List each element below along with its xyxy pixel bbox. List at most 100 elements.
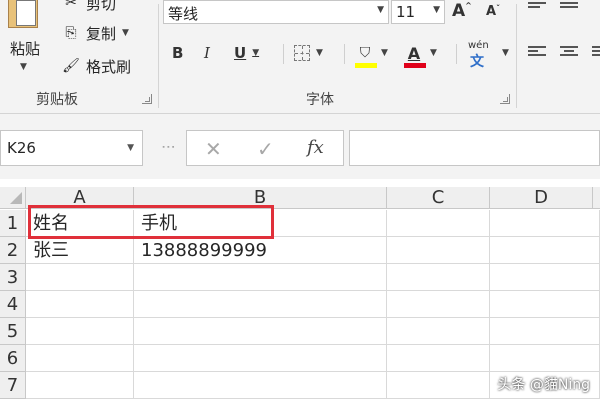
paste-label: 粘贴 [10,40,41,58]
increase-font-size-button[interactable]: A^ [452,1,472,21]
grow-font-label: A [452,1,466,21]
cell-b7[interactable] [134,372,387,399]
paste-button[interactable]: 粘贴 ▼ [2,0,46,82]
chevron-down-icon[interactable]: ▼ [20,62,27,72]
cell-c2[interactable] [387,237,490,264]
cell-d3[interactable] [490,264,600,291]
watermark: 头条 @貓Ning [497,377,590,393]
chevron-down-icon[interactable]: ▼ [430,48,437,58]
align-left-icon[interactable] [528,46,546,60]
column-header-c[interactable]: C [387,187,490,209]
fill-color-swatch [355,63,377,68]
paste-doc-icon [16,0,36,26]
font-color-button[interactable]: A ▼ [404,42,437,64]
clipboard-launcher-icon[interactable] [142,94,152,104]
copy-icon: ⎘ [65,25,77,41]
cell-c3[interactable] [387,264,490,291]
chevron-down-icon[interactable]: ▼ [127,143,134,153]
column-header-b[interactable]: B [134,187,387,209]
chevron-down-icon[interactable]: ▼ [377,5,384,15]
row-header-7[interactable]: 7 [0,372,26,399]
chevron-down-icon[interactable]: ▼ [433,5,440,15]
cell-c1[interactable] [387,210,490,237]
font-launcher-icon[interactable] [500,94,510,104]
align-center-icon[interactable] [560,46,578,60]
divider [344,44,345,64]
row-header-1[interactable]: 1 [0,210,26,237]
row-header-2[interactable]: 2 [0,237,26,264]
cell-d1[interactable] [490,210,600,237]
formula-buttons: ✕ ✓ fx [186,130,344,166]
bold-label: B [172,44,184,62]
cell-b6[interactable] [134,345,387,372]
divider [456,44,457,64]
cell-b1[interactable]: 手机 [134,210,387,237]
cell-b4[interactable] [134,291,387,318]
paintbrush-icon: 🖌 [62,58,80,74]
chevron-down-icon[interactable]: ▼ [252,48,259,58]
phonetic-guide-button[interactable]: wén 文 [466,40,498,70]
drag-handle-icon[interactable]: ⋮ [160,140,176,153]
shrink-font-label: A [486,4,497,19]
copy-label: 复制 [86,24,117,43]
chevron-down-icon[interactable]: ▼ [381,48,388,58]
cut-button[interactable]: ✂ 剪切 [60,0,116,14]
column-header-d[interactable]: D [490,187,593,209]
row-header-5[interactable]: 5 [0,318,26,345]
clipboard-group-label: 剪贴板 [36,92,78,108]
chevron-down-icon[interactable]: ▼ [122,28,129,38]
chevron-down-icon[interactable]: ▼ [316,48,323,58]
ribbon: 粘贴 ▼ ✂ 剪切 ⎘ 复制 ▼ 🖌 格式刷 剪贴板 等线 ▼ 11 ▼ A^ … [0,0,600,114]
cell-b5[interactable] [134,318,387,345]
cell-d5[interactable] [490,318,600,345]
underline-button[interactable]: U ▼ [234,42,259,64]
row-header-3[interactable]: 3 [0,264,26,291]
phonetic-pinyin: wén [468,40,489,51]
cell-a7[interactable] [26,372,134,399]
format-painter-button[interactable]: 🖌 格式刷 [60,55,131,77]
name-box-value: K26 [7,139,36,157]
font-group-label: 字体 [306,92,334,108]
align-right-icon[interactable] [592,46,600,60]
chevron-down-icon[interactable]: ▼ [502,48,509,58]
fill-color-button[interactable]: ⛉ ▼ [355,42,388,64]
column-header-a[interactable]: A [26,187,134,209]
formula-bar: K26 ▼ ⋮ ✕ ✓ fx [0,114,600,179]
row-header-4[interactable]: 4 [0,291,26,318]
cell-a4[interactable] [26,291,134,318]
cell-a2[interactable]: 张三 [26,237,134,264]
cell-c7[interactable] [387,372,490,399]
font-name-value: 等线 [168,5,199,23]
cell-c5[interactable] [387,318,490,345]
cell-a1[interactable]: 姓名 [26,210,134,237]
formula-input[interactable] [349,130,600,166]
cell-b2[interactable]: 13888899999 [134,237,387,264]
cell-d2[interactable] [490,237,600,264]
font-name-select[interactable]: 等线 ▼ [163,0,389,24]
name-box[interactable]: K26 ▼ [0,130,143,166]
cancel-icon[interactable]: ✕ [205,137,222,161]
insert-function-button[interactable]: fx [307,137,324,158]
copy-button[interactable]: ⎘ 复制 ▼ [60,22,129,44]
scissors-icon: ✂ [65,0,77,11]
cell-c6[interactable] [387,345,490,372]
cell-a3[interactable] [26,264,134,291]
check-icon[interactable]: ✓ [257,137,274,161]
cell-c4[interactable] [387,291,490,318]
bold-button[interactable]: B [172,42,183,64]
cell-d4[interactable] [490,291,600,318]
font-size-select[interactable]: 11 ▼ [391,0,445,24]
decrease-font-size-button[interactable]: Aˇ [486,4,500,19]
row-header-6[interactable]: 6 [0,345,26,372]
format-painter-label: 格式刷 [86,57,132,76]
group-divider [516,4,517,108]
cell-a6[interactable] [26,345,134,372]
italic-button[interactable]: I [204,42,210,64]
align-middle-icon[interactable] [560,2,578,16]
cell-d6[interactable] [490,345,600,372]
cell-b3[interactable] [134,264,387,291]
align-top-icon[interactable] [528,2,546,16]
cell-a5[interactable] [26,318,134,345]
borders-button[interactable]: ▼ [294,42,323,64]
underline-label: U [234,44,247,62]
